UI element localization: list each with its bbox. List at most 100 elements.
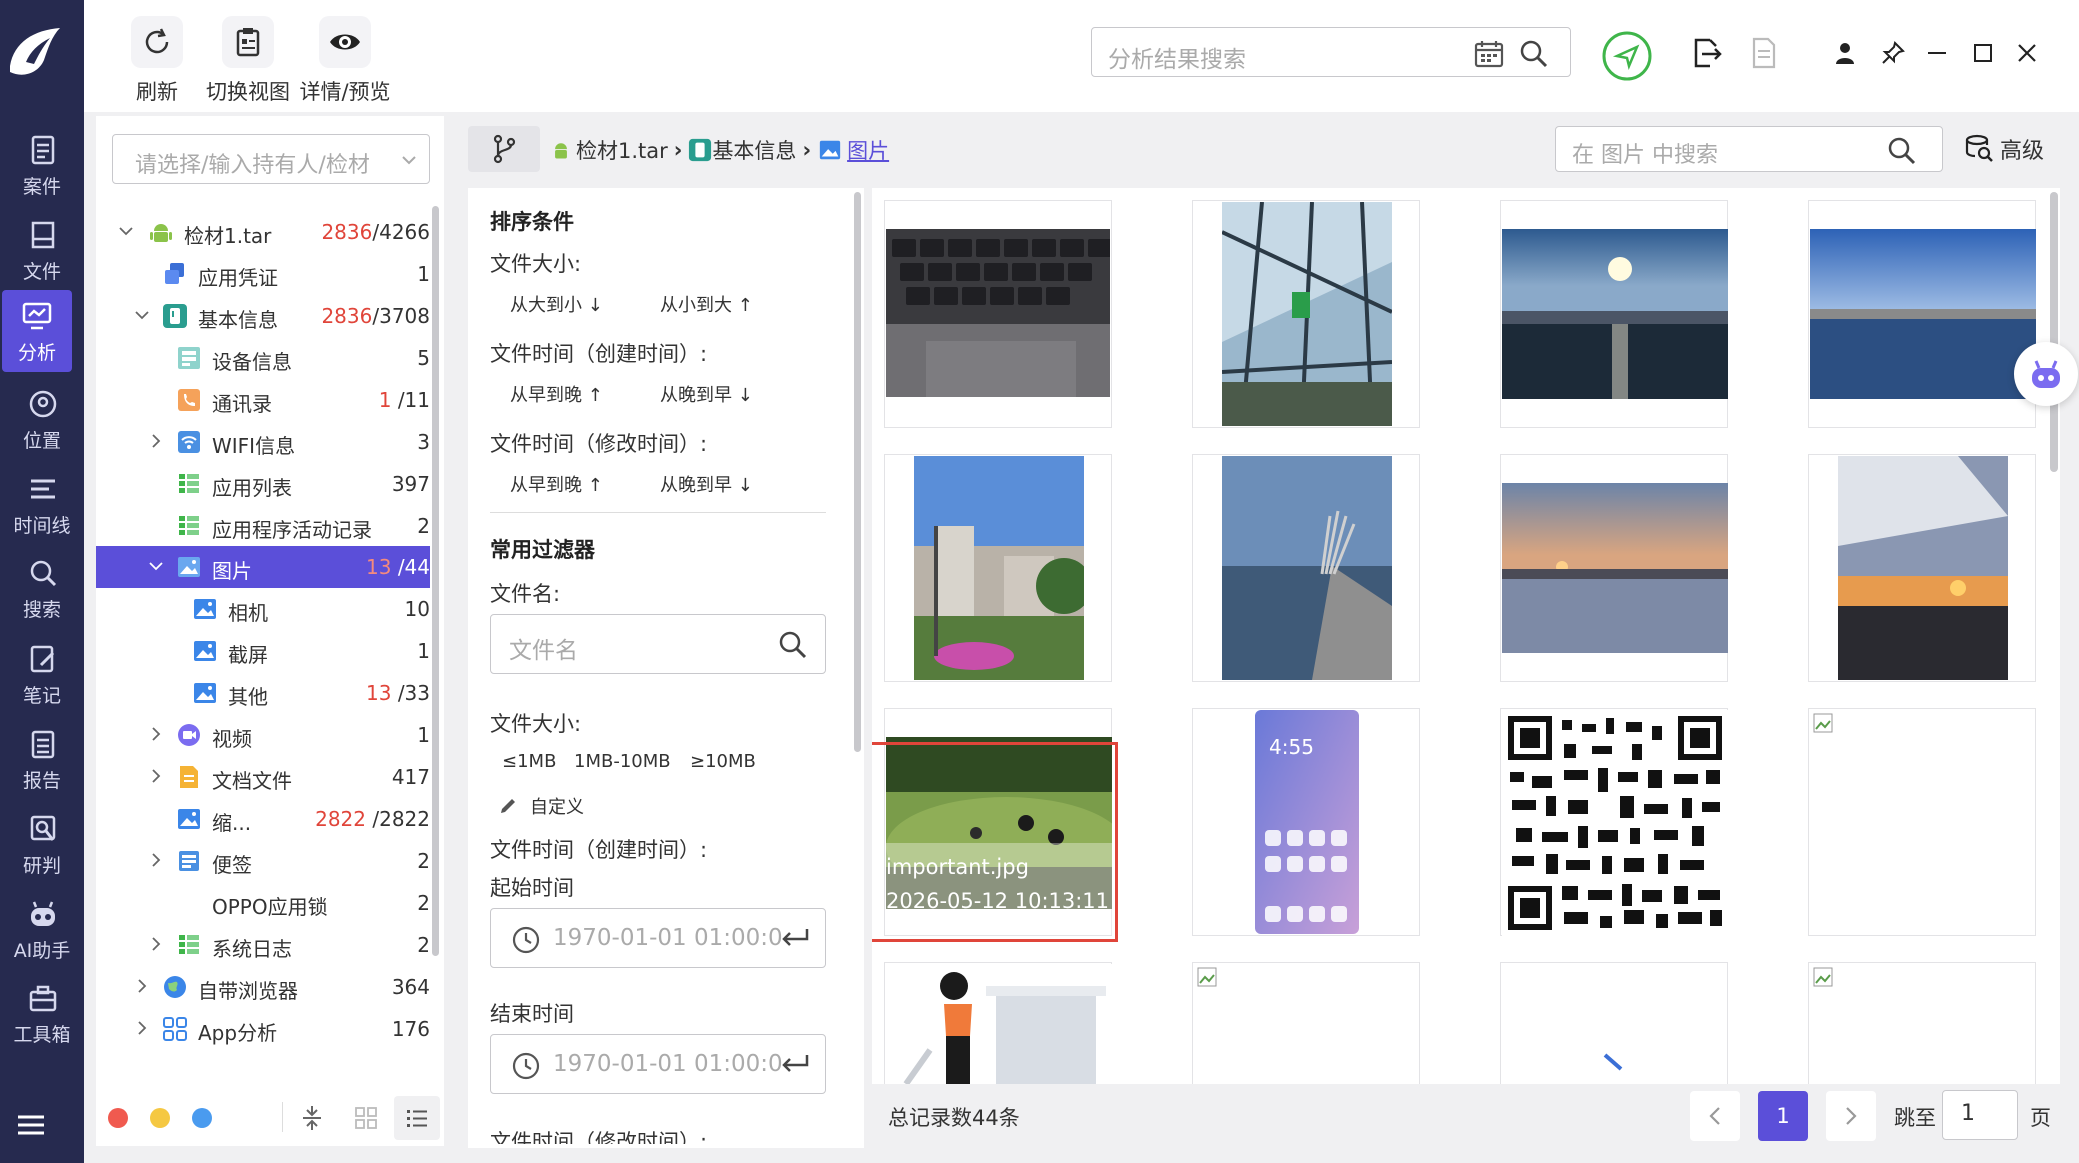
tree-scrollbar[interactable] bbox=[432, 206, 439, 956]
prev-page-button[interactable] bbox=[1690, 1091, 1740, 1141]
tree-row-evidence[interactable]: 检材1.tar 2836/4266 bbox=[96, 211, 430, 253]
nav-item-judge[interactable]: 研判 bbox=[0, 803, 84, 885]
tree-row-device-info[interactable]: 设备信息 5 bbox=[96, 337, 430, 379]
search-icon[interactable] bbox=[1886, 135, 1918, 167]
sort-size-asc[interactable]: 从小到大 ↑ bbox=[660, 291, 753, 317]
nav-item-toolbox[interactable]: 工具箱 bbox=[0, 972, 84, 1054]
image-thumbnail[interactable] bbox=[884, 200, 1112, 428]
export-icon[interactable] bbox=[1690, 36, 1722, 70]
image-thumbnail-broken[interactable] bbox=[1192, 962, 1420, 1084]
tree-row-app-analysis[interactable]: App分析 176 bbox=[96, 1008, 430, 1050]
analysis-search-input[interactable]: 分析结果搜索 bbox=[1091, 27, 1571, 77]
chevron-down-icon[interactable] bbox=[148, 558, 164, 574]
menu-icon[interactable] bbox=[16, 1113, 46, 1137]
branch-button[interactable] bbox=[468, 126, 540, 172]
blue-dot[interactable] bbox=[192, 1108, 212, 1128]
maximize-icon[interactable] bbox=[1970, 40, 1996, 66]
nav-item-file[interactable]: 文件 bbox=[0, 209, 84, 291]
image-thumbnail[interactable] bbox=[884, 962, 1112, 1084]
filename-input[interactable]: 文件名 bbox=[490, 614, 826, 674]
sort-size-desc[interactable]: 从大到小 ↓ bbox=[510, 291, 603, 317]
switch-view-button[interactable]: 切换视图 bbox=[198, 16, 298, 106]
image-thumbnail[interactable] bbox=[1500, 708, 1728, 936]
breadcrumb-item-current[interactable]: 图片 bbox=[847, 135, 889, 165]
end-time-input[interactable]: 1970-01-01 01:00:0 bbox=[490, 1034, 826, 1094]
image-thumbnail[interactable] bbox=[1192, 454, 1420, 682]
page-1-button[interactable]: 1 bbox=[1758, 1091, 1808, 1141]
enter-icon[interactable] bbox=[779, 927, 811, 951]
image-thumbnail-broken[interactable] bbox=[1808, 708, 2036, 936]
nav-item-timeline[interactable]: 时间线 bbox=[0, 463, 84, 545]
minimize-icon[interactable] bbox=[1924, 40, 1950, 66]
sort-mtime-desc[interactable]: 从晚到早 ↓ bbox=[660, 471, 753, 497]
tree-row-other[interactable]: 其他 13 /33 bbox=[96, 672, 430, 714]
red-dot[interactable] bbox=[108, 1108, 128, 1128]
sort-mtime-asc[interactable]: 从早到晚 ↑ bbox=[510, 471, 603, 497]
grid-view-icon[interactable] bbox=[354, 1106, 378, 1130]
image-thumbnail[interactable] bbox=[1500, 200, 1728, 428]
image-thumbnail[interactable] bbox=[1500, 454, 1728, 682]
search-icon[interactable] bbox=[1518, 38, 1550, 70]
tree-row-notes[interactable]: 便签 2 bbox=[96, 840, 430, 882]
nav-item-note[interactable]: 笔记 bbox=[0, 633, 84, 715]
details-preview-button[interactable]: 详情/预览 bbox=[290, 16, 400, 106]
pin-icon[interactable] bbox=[1880, 40, 1906, 66]
tree-row-thumbnails[interactable]: 缩... 2822 /2822 bbox=[96, 798, 430, 840]
calendar-icon[interactable] bbox=[1474, 40, 1504, 68]
chevron-right-icon[interactable] bbox=[134, 978, 150, 994]
ai-bot-button[interactable] bbox=[2014, 342, 2078, 406]
chevron-right-icon[interactable] bbox=[148, 768, 164, 784]
filter-scrollbar[interactable] bbox=[854, 192, 861, 752]
size-option[interactable]: ≥10MB bbox=[690, 751, 756, 772]
list-view-button[interactable] bbox=[394, 1096, 440, 1140]
grid-scrollbar[interactable] bbox=[2050, 192, 2058, 472]
tree-row-oppo-app-lock[interactable]: OPPO应用锁 2 bbox=[96, 882, 430, 924]
tree-row-app-list[interactable]: 应用列表 397 bbox=[96, 463, 430, 505]
size-option[interactable]: 1MB-10MB bbox=[574, 751, 671, 772]
user-icon[interactable] bbox=[1832, 40, 1858, 66]
document-icon[interactable] bbox=[1750, 36, 1778, 70]
search-icon[interactable] bbox=[777, 629, 809, 661]
custom-size-button[interactable]: 自定义 bbox=[498, 793, 584, 819]
tree-row-contacts[interactable]: 通讯录 1 /11 bbox=[96, 379, 430, 421]
nav-item-report[interactable]: 报告 bbox=[0, 718, 84, 800]
chevron-right-icon[interactable] bbox=[148, 936, 164, 952]
tree-row-video[interactable]: 视频 1 bbox=[96, 714, 430, 756]
nav-item-location[interactable]: 位置 bbox=[0, 378, 84, 460]
image-thumbnail[interactable] bbox=[1808, 200, 2036, 428]
chevron-right-icon[interactable] bbox=[148, 433, 164, 449]
tree-row-screenshot[interactable]: 截屏 1 bbox=[96, 630, 430, 672]
chevron-right-icon[interactable] bbox=[148, 852, 164, 868]
tree-row-app-activity[interactable]: 应用程序活动记录 2 bbox=[96, 505, 430, 547]
image-thumbnail[interactable]: 4:55 bbox=[1192, 708, 1420, 936]
image-thumbnail[interactable] bbox=[1500, 962, 1728, 1084]
next-page-button[interactable] bbox=[1826, 1091, 1876, 1141]
tree-row-browser[interactable]: 自带浏览器 364 bbox=[96, 966, 430, 1008]
chevron-down-icon[interactable] bbox=[134, 307, 150, 323]
breadcrumb-item[interactable]: 基本信息 bbox=[712, 135, 796, 165]
image-thumbnail-broken[interactable] bbox=[1808, 962, 2036, 1084]
collapse-icon[interactable] bbox=[300, 1104, 324, 1132]
tree-row-basic-info[interactable]: 基本信息 2836/3708 bbox=[96, 295, 430, 337]
chevron-right-icon[interactable] bbox=[134, 1020, 150, 1036]
sort-ctime-asc[interactable]: 从早到晚 ↑ bbox=[510, 381, 603, 407]
chevron-right-icon[interactable] bbox=[148, 726, 164, 742]
sort-ctime-desc[interactable]: 从晚到早 ↓ bbox=[660, 381, 753, 407]
tree-row-wifi[interactable]: WIFI信息 3 bbox=[96, 421, 430, 463]
nav-item-ai-assistant[interactable]: AI助手 bbox=[0, 888, 84, 970]
start-time-input[interactable]: 1970-01-01 01:00:0 bbox=[490, 908, 826, 968]
yellow-dot[interactable] bbox=[150, 1108, 170, 1128]
nav-item-search[interactable]: 搜索 bbox=[0, 547, 84, 629]
tree-row-pictures[interactable]: 图片 13 /44 bbox=[96, 546, 430, 588]
image-thumbnail[interactable] bbox=[1192, 200, 1420, 428]
tree-row-documents[interactable]: 文档文件 417 bbox=[96, 756, 430, 798]
jump-page-input[interactable]: 1 bbox=[1942, 1090, 2018, 1140]
holder-select[interactable]: 请选择/输入持有人/检材 bbox=[112, 134, 430, 184]
image-search-input[interactable]: 在 图片 中搜索 bbox=[1555, 126, 1943, 172]
image-thumbnail[interactable] bbox=[1808, 454, 2036, 682]
tree-row-app-credential[interactable]: 应用凭证 1 bbox=[96, 253, 430, 295]
size-option[interactable]: ≤1MB bbox=[502, 751, 556, 772]
refresh-button[interactable]: 刷新 bbox=[117, 16, 197, 106]
nav-item-analysis[interactable]: 分析 bbox=[2, 290, 72, 372]
nav-item-case[interactable]: 案件 bbox=[0, 124, 84, 206]
